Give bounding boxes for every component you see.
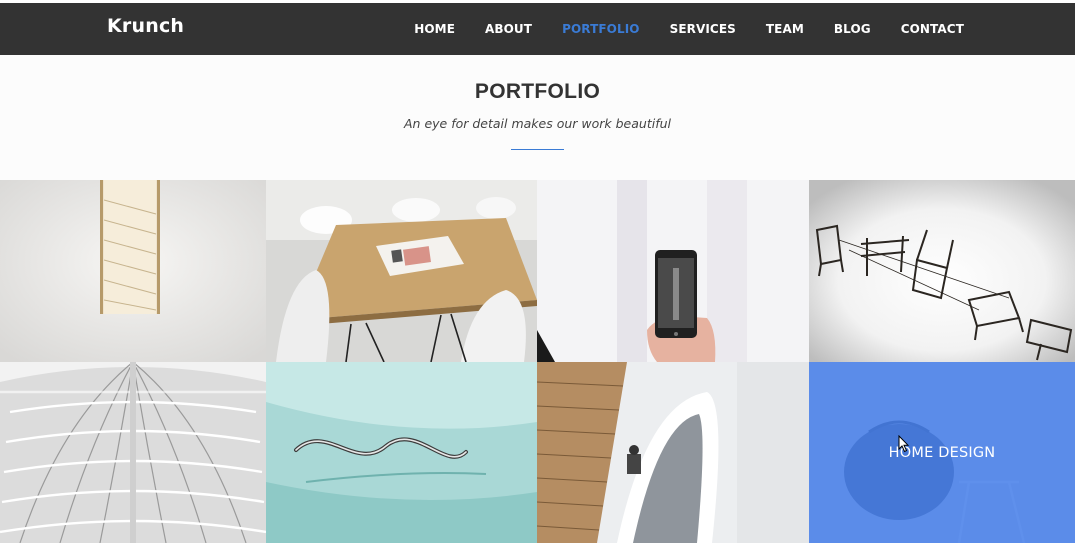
portfolio-grid: HOME DESIGN [0, 180, 1075, 543]
portfolio-item-spiral-stairs[interactable] [537, 362, 809, 543]
site-logo[interactable]: Krunch [107, 15, 184, 37]
table-chairs-image [266, 180, 537, 362]
portfolio-item-phone[interactable] [537, 180, 809, 362]
portfolio-item-architecture[interactable] [0, 362, 266, 543]
hover-overlay[interactable]: HOME DESIGN [809, 362, 1075, 543]
mouse-cursor-icon [898, 435, 910, 453]
nav-services[interactable]: SERVICES [670, 22, 736, 36]
staircase-image [0, 180, 266, 362]
floating-chairs-image [809, 180, 1075, 362]
plymouth-car-image [266, 362, 537, 543]
portfolio-item-plymouth[interactable] [266, 362, 537, 543]
section-subtitle: An eye for detail makes our work beautif… [404, 116, 671, 131]
main-nav: HOME ABOUT PORTFOLIO SERVICES TEAM BLOG … [414, 3, 964, 55]
nav-about[interactable]: ABOUT [485, 22, 532, 36]
section-divider [511, 149, 564, 150]
section-title: PORTFOLIO [474, 80, 601, 103]
spiral-stairs-image [537, 362, 809, 543]
top-navbar: Krunch HOME ABOUT PORTFOLIO SERVICES TEA… [0, 3, 1075, 55]
nav-team[interactable]: TEAM [766, 22, 804, 36]
portfolio-item-meeting-table[interactable] [266, 180, 537, 362]
phone-in-hand-image [537, 180, 809, 362]
nav-home[interactable]: HOME [414, 22, 455, 36]
nav-contact[interactable]: CONTACT [901, 22, 964, 36]
portfolio-item-staircase[interactable] [0, 180, 266, 362]
portfolio-header: PORTFOLIO An eye for detail makes our wo… [0, 55, 1075, 180]
nav-blog[interactable]: BLOG [834, 22, 871, 36]
portfolio-item-chairs[interactable] [809, 180, 1075, 362]
nav-portfolio[interactable]: PORTFOLIO [562, 22, 640, 36]
portfolio-item-home-design[interactable]: HOME DESIGN [809, 362, 1075, 543]
architecture-image [0, 362, 266, 543]
